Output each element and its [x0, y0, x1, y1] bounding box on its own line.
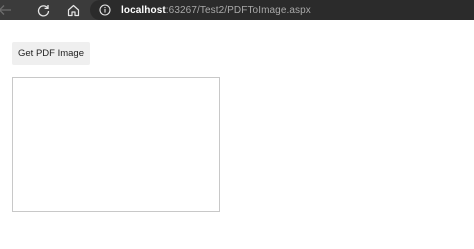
- pdf-image-frame: [12, 77, 220, 212]
- back-button[interactable]: [0, 0, 16, 20]
- url-text: localhost:63267/Test2/PDFToImage.aspx: [121, 5, 311, 16]
- home-icon: [67, 4, 79, 16]
- url-host: localhost: [121, 4, 166, 16]
- home-button[interactable]: [58, 0, 88, 20]
- info-icon[interactable]: [98, 3, 112, 17]
- browser-toolbar: localhost:63267/Test2/PDFToImage.aspx: [0, 0, 474, 20]
- reload-button[interactable]: [28, 0, 58, 20]
- back-arrow-icon: [0, 5, 11, 15]
- url-path: :63267/Test2/PDFToImage.aspx: [165, 4, 311, 16]
- reload-icon: [37, 4, 49, 16]
- address-bar[interactable]: localhost:63267/Test2/PDFToImage.aspx: [90, 0, 474, 20]
- get-pdf-image-button[interactable]: Get PDF Image: [12, 42, 90, 65]
